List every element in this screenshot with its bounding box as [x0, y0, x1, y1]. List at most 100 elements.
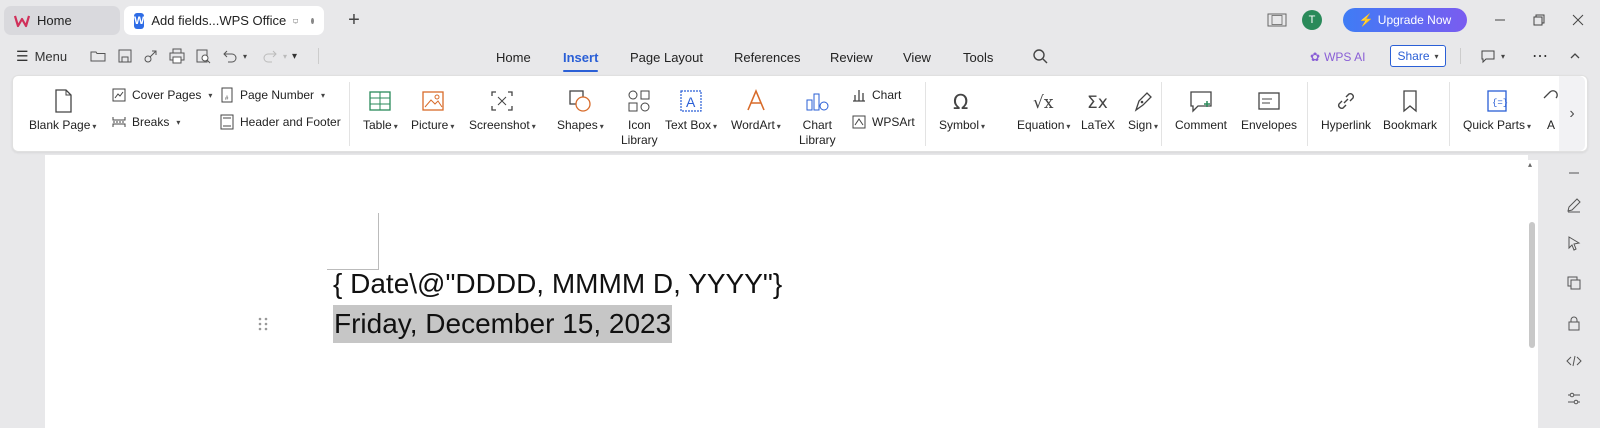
svg-text:√x: √x: [1033, 93, 1054, 113]
breaks-label: Breaks: [132, 115, 170, 129]
header-footer-button[interactable]: Header and Footer: [219, 114, 341, 130]
equation-icon: √x: [1033, 93, 1054, 113]
field-result-text[interactable]: Friday, December 15, 2023: [333, 305, 673, 343]
lock-icon[interactable]: [1562, 311, 1586, 335]
group-separator: [1307, 82, 1308, 146]
chevron-down-icon: ▾: [92, 122, 97, 131]
wps-ai-button[interactable]: ✿ WPS AI: [1310, 46, 1365, 68]
share-button[interactable]: Share ▾: [1390, 45, 1446, 67]
quick-parts-label: Quick Parts: [1463, 118, 1526, 132]
margin-corner-mark: [327, 213, 379, 270]
restore-button[interactable]: [1527, 8, 1551, 32]
shapes-label: Shapes: [557, 118, 598, 132]
open-folder-icon[interactable]: [90, 44, 106, 68]
chevron-down-icon: ▾: [776, 122, 781, 131]
equation-button[interactable]: √x Equation ▾: [1017, 88, 1070, 134]
breaks-button[interactable]: Breaks ▾: [111, 114, 180, 130]
monitor-icon: [293, 18, 299, 23]
close-window-button[interactable]: [1566, 8, 1590, 32]
chevron-down-icon: ▾: [1434, 51, 1439, 61]
tab-home[interactable]: Home: [4, 6, 120, 35]
menu-row: ☰ Menu ▾ ▾ ▾ Home Insert Page Layout Ref…: [0, 40, 1600, 72]
document-page[interactable]: { Date\@"DDDD, MMMM D, YYYY"} Friday, De…: [45, 155, 1528, 428]
text-box-button[interactable]: A Text Box ▾: [665, 88, 717, 134]
comment-button[interactable]: Comment: [1175, 88, 1227, 133]
collapse-ribbon-icon[interactable]: [1569, 44, 1581, 68]
tab-home-ribbon[interactable]: Home: [496, 46, 531, 68]
undo-button[interactable]: ▾: [222, 44, 247, 68]
quick-parts-icon: {=}: [1487, 90, 1508, 112]
ribbon-scroll-right-button[interactable]: ›: [1559, 76, 1585, 151]
tab-references[interactable]: References: [734, 46, 800, 68]
tab-page-layout[interactable]: Page Layout: [630, 46, 703, 68]
scroll-top-icon[interactable]: ▴: [1528, 160, 1532, 169]
tab-view[interactable]: View: [903, 46, 931, 68]
vertical-scrollbar[interactable]: ▴: [1526, 160, 1538, 428]
window-swap-icon[interactable]: [1562, 271, 1586, 295]
overflow-ribbon-item[interactable]: A: [1543, 88, 1559, 133]
tab-tools[interactable]: Tools: [963, 46, 993, 68]
paragraph-drag-handle-icon[interactable]: [258, 317, 270, 333]
minimize-button[interactable]: [1488, 8, 1512, 32]
comment-icon: [1190, 91, 1212, 113]
latex-button[interactable]: Σx LaTeX: [1081, 88, 1115, 133]
tab-insert[interactable]: Insert: [563, 46, 599, 72]
envelopes-button[interactable]: Envelopes: [1241, 88, 1297, 133]
icon-library-label-2: Library: [621, 133, 658, 147]
account-avatar[interactable]: T: [1300, 8, 1324, 32]
envelopes-label: Envelopes: [1241, 118, 1298, 132]
hyperlink-button[interactable]: Hyperlink: [1321, 88, 1371, 133]
screenshot-button[interactable]: Screenshot ▾: [469, 88, 536, 134]
settings-sliders-icon[interactable]: [1562, 387, 1586, 411]
text-box-icon: A: [680, 90, 702, 112]
print-icon[interactable]: [169, 44, 185, 68]
upgrade-now-button[interactable]: ⚡ Upgrade Now: [1343, 8, 1467, 32]
field-code-text[interactable]: { Date\@"DDDD, MMMM D, YYYY"}: [333, 268, 782, 300]
save-icon[interactable]: [117, 44, 133, 68]
wps-logo-icon: [14, 15, 30, 27]
bookmark-button[interactable]: Bookmark: [1383, 88, 1437, 133]
select-cursor-icon[interactable]: [1562, 231, 1586, 255]
table-button[interactable]: Table ▾: [363, 88, 398, 134]
sign-button[interactable]: Sign ▾: [1128, 88, 1158, 134]
quick-parts-button[interactable]: {=} Quick Parts ▾: [1463, 88, 1531, 134]
more-options-icon[interactable]: ⋯: [1532, 44, 1548, 68]
pen-edit-icon[interactable]: [1562, 193, 1586, 217]
cover-pages-button[interactable]: Cover Pages ▾: [111, 87, 212, 103]
comment-menu-icon[interactable]: ▾: [1480, 44, 1505, 68]
right-sidebar: [1550, 155, 1600, 428]
code-icon[interactable]: [1562, 349, 1586, 373]
page-number-button[interactable]: # Page Number ▾: [219, 87, 325, 103]
chart-library-button[interactable]: Chart Library: [799, 88, 836, 148]
more-quick-access-icon[interactable]: ▾: [292, 44, 297, 68]
writer-logo-icon: W: [134, 12, 145, 29]
icon-library-button[interactable]: Icon Library: [621, 88, 658, 148]
redo-button[interactable]: ▾: [262, 44, 287, 68]
hamburger-icon: ☰: [16, 47, 29, 64]
hyperlink-label: Hyperlink: [1321, 118, 1372, 132]
export-icon[interactable]: [143, 44, 159, 68]
shapes-button[interactable]: Shapes ▾: [557, 88, 604, 134]
tab-review[interactable]: Review: [830, 46, 873, 68]
wordart-button[interactable]: WordArt ▾: [731, 88, 781, 134]
wpsart-button[interactable]: WPSArt: [851, 114, 915, 130]
svg-text:Σx: Σx: [1087, 93, 1108, 113]
symbol-button[interactable]: Ω Symbol ▾: [939, 88, 985, 134]
divider: [1460, 48, 1461, 64]
chart-button[interactable]: Chart: [851, 87, 901, 103]
print-preview-icon[interactable]: [195, 44, 211, 68]
bookmark-icon: [1403, 90, 1417, 113]
search-icon[interactable]: [1032, 44, 1048, 68]
avatar: T: [1302, 10, 1322, 30]
menu-button[interactable]: ☰ Menu: [16, 44, 67, 68]
picture-button[interactable]: Picture ▾: [411, 88, 454, 134]
chevron-down-icon: ▾: [283, 51, 288, 61]
latex-sigma-icon: Σx: [1087, 93, 1108, 113]
page-counter-icon[interactable]: [1266, 8, 1288, 32]
blank-page-button[interactable]: Blank Page ▾: [29, 88, 96, 134]
sidebar-collapse-icon[interactable]: [1562, 161, 1586, 185]
new-tab-button[interactable]: +: [342, 8, 366, 32]
unsaved-dot-icon[interactable]: [311, 17, 314, 24]
scrollbar-thumb[interactable]: [1529, 222, 1535, 348]
tab-document[interactable]: W Add fields...WPS Office: [124, 6, 324, 35]
